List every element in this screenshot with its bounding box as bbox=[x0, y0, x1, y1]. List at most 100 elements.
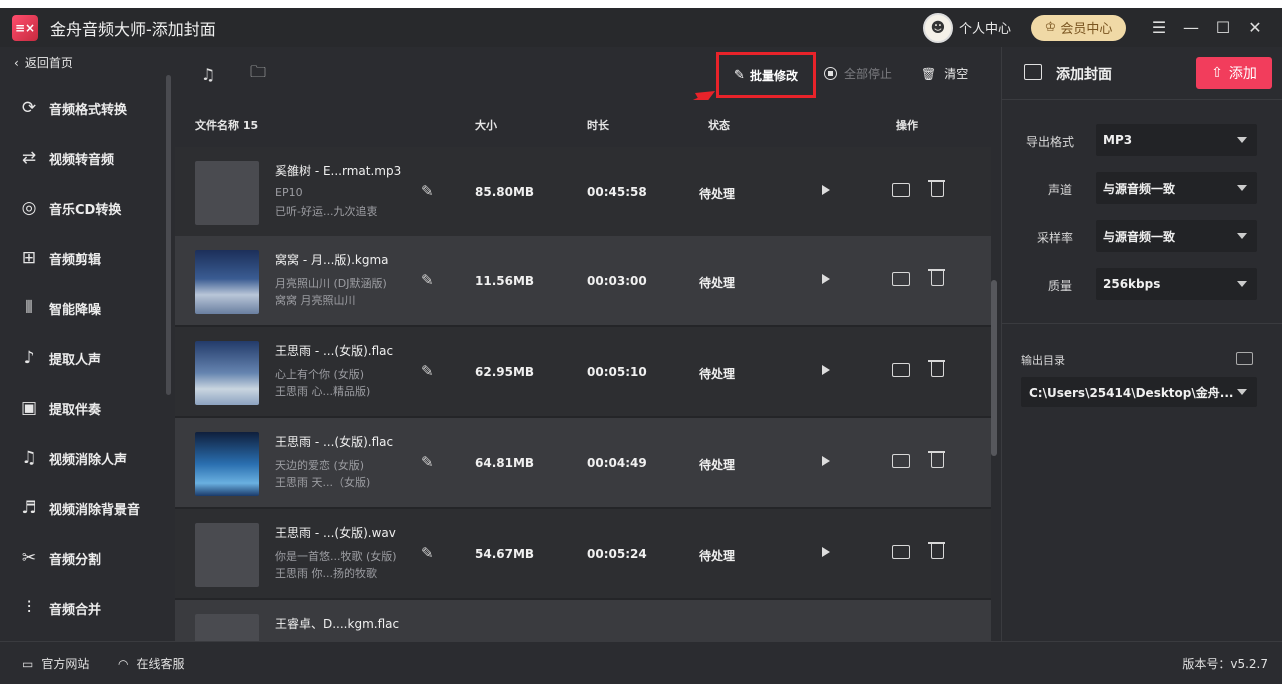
sidebar: ‹ 返回首页 ⟳ 音频格式转换 ⇄ 视频转音频 ◎ 音乐CD转换 ⊞ 音频剪辑 … bbox=[0, 47, 174, 641]
vip-center-button[interactable]: ♔ 会员中心 bbox=[1031, 14, 1126, 41]
video-to-audio-icon: ⇄ bbox=[21, 148, 37, 168]
table-row[interactable]: 王思雨 - ...(女版).wav 你是一首悠...牧歌 (女版) 王思雨 你.… bbox=[175, 509, 991, 598]
sidebar-item-label: 提取人声 bbox=[49, 352, 102, 368]
file-status: 待处理 bbox=[699, 276, 736, 290]
album-cover bbox=[195, 432, 259, 496]
back-home-label: 返回首页 bbox=[24, 56, 73, 70]
batch-edit-button[interactable]: ✎ 批量修改 bbox=[716, 52, 816, 98]
table-scrollbar[interactable] bbox=[991, 280, 997, 456]
image-icon bbox=[1024, 64, 1042, 80]
table-row[interactable]: 奚雒树 - E...rmat.mp3 EP10 已听-好运...九次追衷 ✎ 8… bbox=[175, 147, 991, 236]
folder-icon[interactable] bbox=[892, 545, 910, 559]
trash-icon[interactable] bbox=[928, 451, 945, 468]
avatar[interactable]: ☻ bbox=[922, 12, 953, 43]
play-icon[interactable] bbox=[822, 547, 830, 557]
sidebar-item-video-remove-bg[interactable]: ♬ 视频消除背景音 bbox=[0, 483, 165, 533]
minimize-icon[interactable]: — bbox=[1176, 13, 1206, 43]
audio-convert-icon: ⟳ bbox=[21, 98, 37, 118]
trash-icon[interactable] bbox=[928, 360, 945, 377]
add-file-icon[interactable]: ♫ bbox=[197, 63, 219, 85]
table-header: 文件名称 15 大小 时长 状态 操作 bbox=[175, 100, 991, 147]
edit-icon[interactable]: ✎ bbox=[421, 271, 434, 289]
vip-center-label: 会员中心 bbox=[1060, 22, 1113, 37]
trash-icon[interactable] bbox=[928, 542, 945, 559]
add-folder-icon[interactable]: 🗀 bbox=[247, 62, 269, 85]
upload-icon: ⇧ bbox=[1211, 65, 1223, 81]
online-support-link[interactable]: ◠ 在线客服 bbox=[118, 655, 185, 672]
sample-rate-label: 采样率 bbox=[1037, 231, 1074, 245]
file-status: 待处理 bbox=[699, 187, 736, 201]
official-website-link[interactable]: ▭ 官方网站 bbox=[22, 655, 89, 672]
file-duration: 00:05:10 bbox=[587, 365, 647, 379]
sidebar-item-extract-accompaniment[interactable]: ▣ 提取伴奏 bbox=[0, 383, 165, 433]
app-logo: ≡× bbox=[12, 14, 38, 41]
play-icon[interactable] bbox=[822, 274, 830, 284]
edit-icon: ✎ bbox=[734, 67, 745, 83]
file-name: 王思雨 - ...(女版).flac bbox=[275, 435, 394, 449]
folder-icon[interactable] bbox=[1236, 352, 1253, 365]
sidebar-scrollbar[interactable] bbox=[166, 75, 171, 395]
folder-icon[interactable] bbox=[892, 272, 910, 286]
edit-icon[interactable]: ✎ bbox=[421, 453, 434, 471]
sample-rate-select[interactable]: 与源音频一致 bbox=[1096, 220, 1257, 252]
edit-icon[interactable]: ✎ bbox=[421, 544, 434, 562]
export-format-select[interactable]: MP3 bbox=[1096, 124, 1257, 156]
personal-center-link[interactable]: 个人中心 bbox=[959, 18, 1011, 37]
quality-label: 质量 bbox=[1048, 279, 1073, 293]
quality-select[interactable]: 256kbps bbox=[1096, 268, 1257, 300]
denoise-icon: ⦀ bbox=[25, 298, 33, 318]
trash-icon: 🗑 bbox=[921, 66, 937, 81]
play-icon[interactable] bbox=[822, 185, 830, 195]
file-duration: 00:03:00 bbox=[587, 274, 647, 288]
table-row[interactable]: 王睿卓、D....kgm.flac bbox=[175, 600, 991, 641]
top-border bbox=[0, 0, 1282, 8]
file-table: 文件名称 15 大小 时长 状态 操作 奚雒树 - E...rmat.mp3 E… bbox=[175, 100, 991, 641]
folder-icon[interactable] bbox=[892, 454, 910, 468]
crown-icon: ♔ bbox=[1044, 20, 1057, 35]
close-icon[interactable]: ✕ bbox=[1240, 13, 1270, 43]
cd-icon: ◎ bbox=[21, 198, 37, 218]
file-album: EP10 bbox=[275, 186, 303, 199]
play-icon[interactable] bbox=[822, 456, 830, 466]
sidebar-item-music-cd[interactable]: ◎ 音乐CD转换 bbox=[0, 183, 165, 233]
trash-icon[interactable] bbox=[928, 180, 945, 197]
file-size: 85.80MB bbox=[475, 185, 535, 199]
sidebar-item-label: 音乐CD转换 bbox=[49, 202, 122, 218]
sidebar-item-video-remove-vocal[interactable]: ♫ 视频消除人声 bbox=[0, 433, 165, 483]
title-bar: ≡× 金舟音频大师-添加封面 ☻ 个人中心 ♔ 会员中心 ☰ — ☐ ✕ bbox=[0, 8, 1282, 47]
clear-button[interactable]: 🗑 清空 bbox=[921, 65, 968, 82]
sidebar-item-label: 音频剪辑 bbox=[49, 252, 102, 268]
output-dir-select[interactable]: C:\Users\25414\Desktop\金舟... bbox=[1021, 377, 1257, 407]
sidebar-item-extract-vocal[interactable]: ♪ 提取人声 bbox=[0, 333, 165, 383]
extract-accompaniment-icon: ▣ bbox=[20, 398, 38, 418]
sidebar-item-audio-cut[interactable]: ⊞ 音频剪辑 bbox=[0, 233, 165, 283]
trash-icon[interactable] bbox=[928, 269, 945, 286]
table-row[interactable]: 窝窝 - 月...版).kgma 月亮照山川 (DJ默涵版) 窝窝 月亮照山川 … bbox=[175, 236, 991, 325]
file-status: 待处理 bbox=[699, 549, 736, 563]
official-website-label: 官方网站 bbox=[41, 657, 90, 671]
back-home-link[interactable]: ‹ 返回首页 bbox=[14, 54, 73, 71]
add-cover-button[interactable]: ⇧ 添加 bbox=[1196, 57, 1272, 89]
sidebar-item-denoise[interactable]: ⦀ 智能降噪 bbox=[0, 283, 165, 333]
channel-select[interactable]: 与源音频一致 bbox=[1096, 172, 1257, 204]
maximize-icon[interactable]: ☐ bbox=[1208, 13, 1238, 43]
folder-icon[interactable] bbox=[892, 183, 910, 197]
sidebar-item-audio-split[interactable]: ✂ 音频分割 bbox=[0, 533, 165, 583]
sidebar-item-video-to-audio[interactable]: ⇄ 视频转音频 bbox=[0, 133, 165, 183]
sidebar-item-audio-merge[interactable]: ⫶ 音频合并 bbox=[0, 583, 165, 633]
edit-icon[interactable]: ✎ bbox=[421, 182, 434, 200]
sidebar-item-audio-convert[interactable]: ⟳ 音频格式转换 bbox=[0, 83, 165, 133]
file-name: 王思雨 - ...(女版).wav bbox=[275, 526, 396, 540]
play-icon[interactable] bbox=[822, 365, 830, 375]
album-cover bbox=[195, 614, 259, 641]
menu-icon[interactable]: ☰ bbox=[1144, 13, 1174, 43]
folder-icon[interactable] bbox=[892, 363, 910, 377]
export-format-label: 导出格式 bbox=[1026, 135, 1075, 149]
table-row[interactable]: 王思雨 - ...(女版).flac 心上有个你 (女版) 王思雨 心...精品… bbox=[175, 327, 991, 416]
table-row[interactable]: 王思雨 - ...(女版).flac 天边的爱恋 (女版) 王思雨 天...（女… bbox=[175, 418, 991, 507]
output-dir-label: 输出目录 bbox=[1021, 354, 1065, 367]
album-cover bbox=[195, 250, 259, 314]
title-bar-right: ☻ 个人中心 ♔ 会员中心 ☰ — ☐ ✕ bbox=[922, 8, 1282, 47]
stop-all-button[interactable]: 全部停止 bbox=[824, 65, 892, 82]
edit-icon[interactable]: ✎ bbox=[421, 362, 434, 380]
